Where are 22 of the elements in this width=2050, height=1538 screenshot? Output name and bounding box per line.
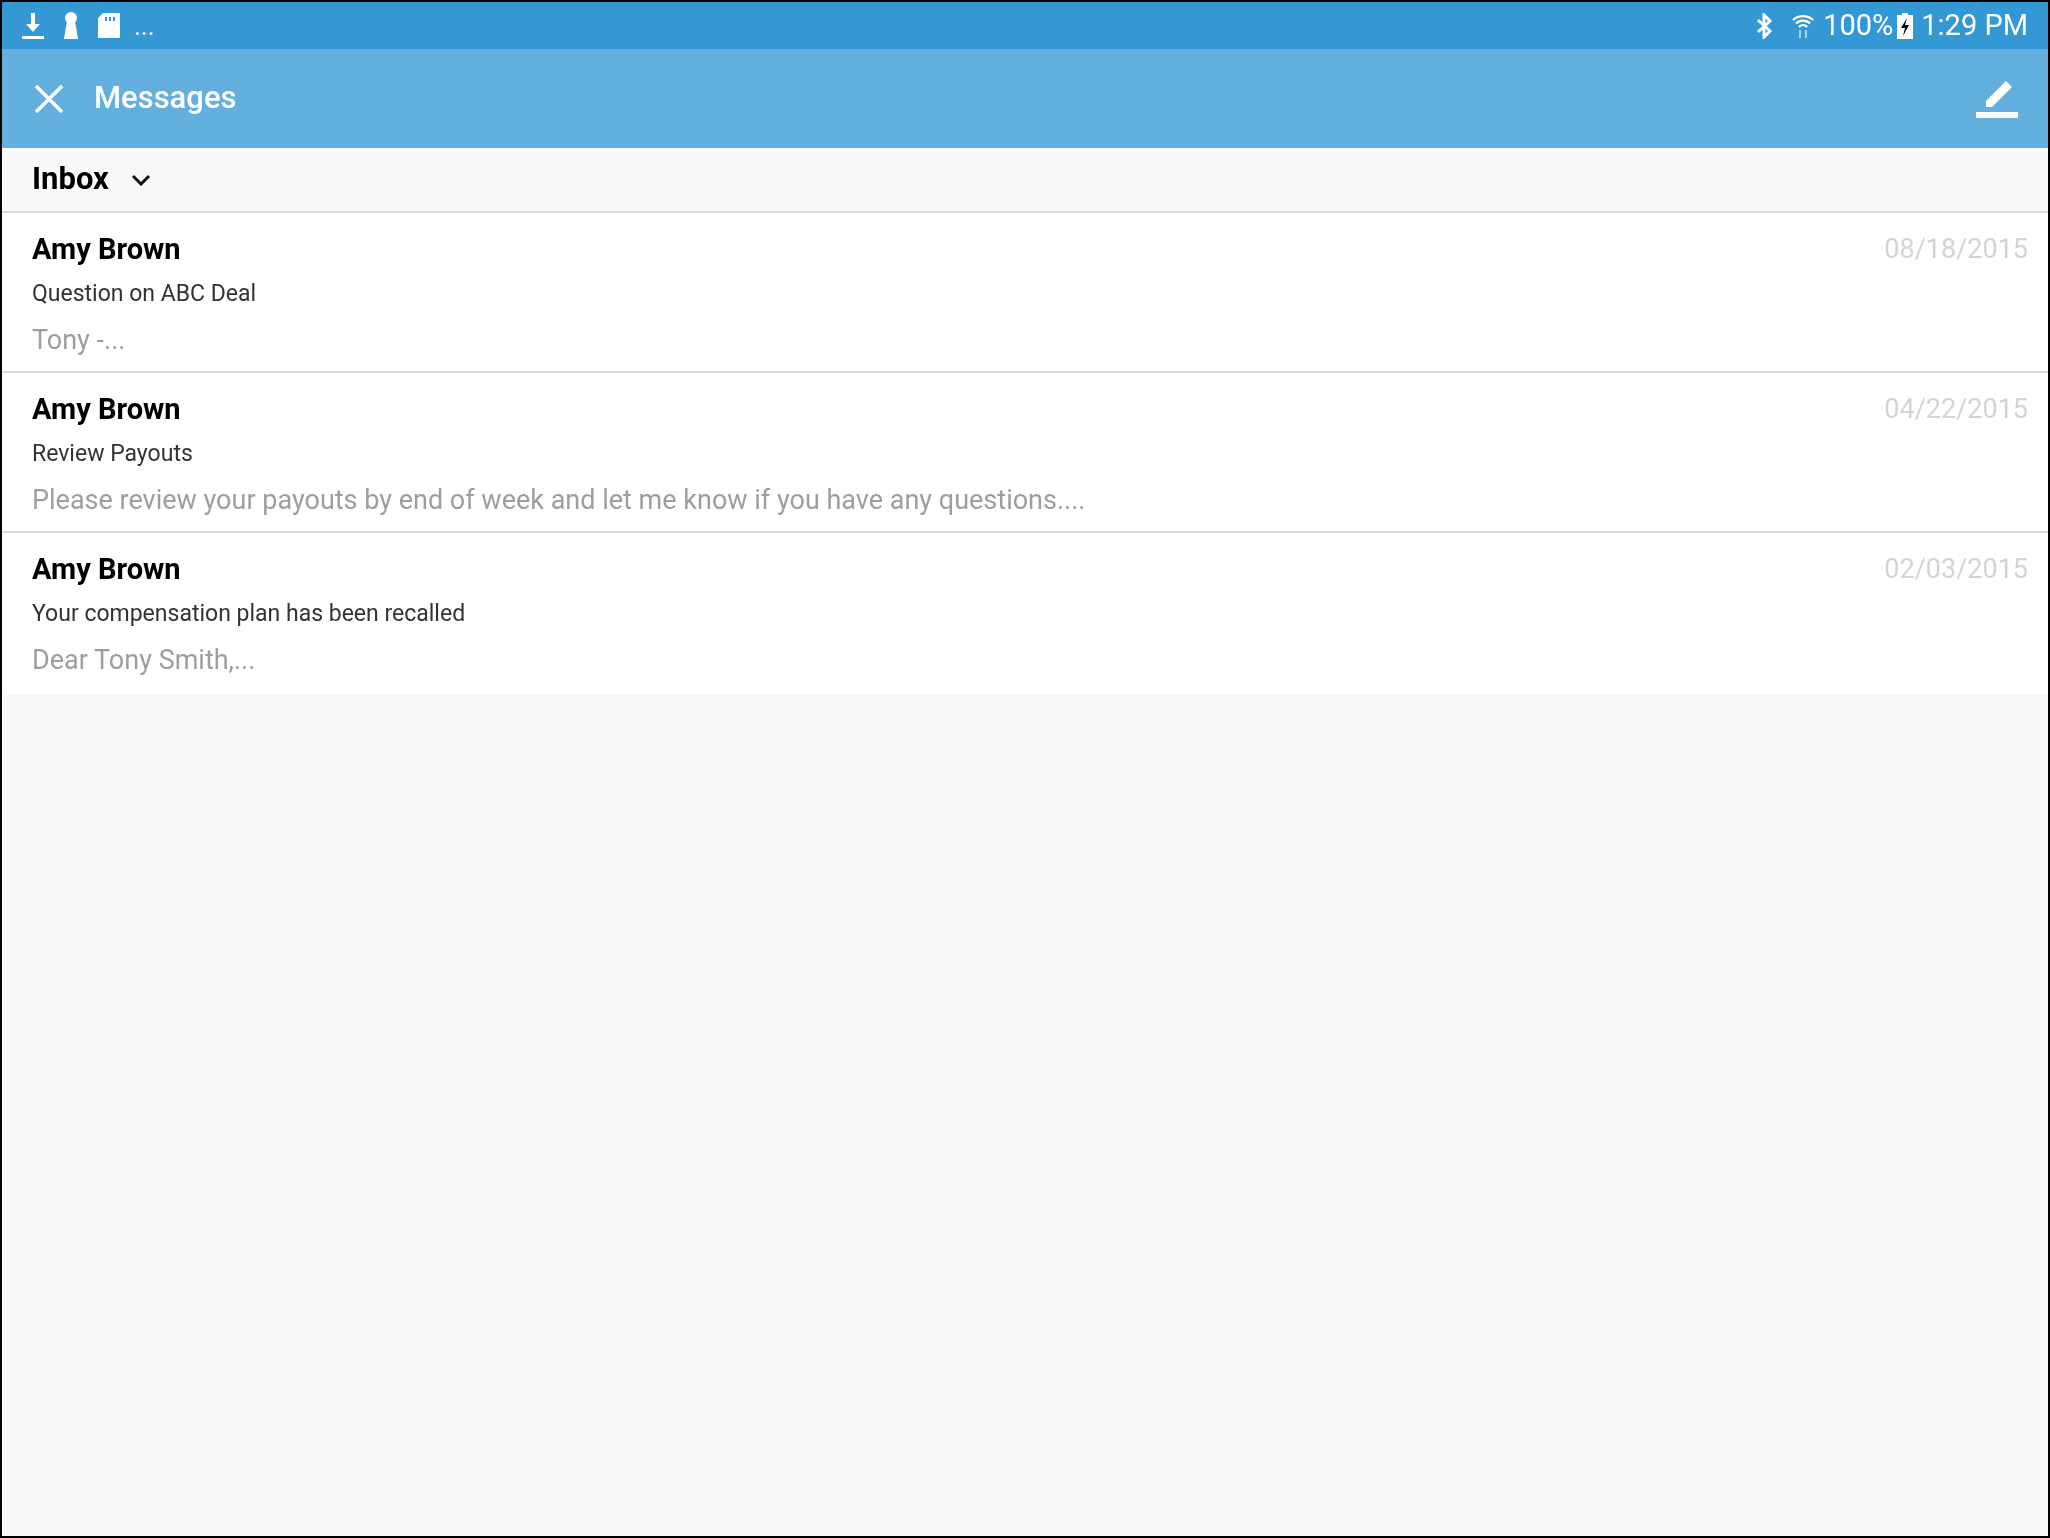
- sender-name: Amy Brown: [32, 391, 181, 427]
- message-subject: Review Payouts: [32, 439, 193, 469]
- clock-time: 1:29 PM: [1921, 11, 2028, 40]
- message-subject: Question on ABC Deal: [32, 279, 257, 309]
- bluetooth-icon: [1755, 12, 1774, 39]
- message-preview: Tony -...: [32, 323, 126, 357]
- more-notifications-text: ...: [134, 12, 155, 39]
- compose-button[interactable]: [1976, 78, 2018, 119]
- message-preview: Please review your payouts by end of week and let me know if you have any questions....: [32, 483, 1086, 517]
- battery-percent: 100%: [1823, 11, 1894, 40]
- message-subject: Your compensation plan has been recalled: [32, 599, 466, 629]
- chevron-down-icon: [130, 173, 151, 186]
- message-preview: Dear Tony Smith,...: [32, 643, 256, 677]
- download-icon: [22, 12, 44, 39]
- sd-card-icon: [98, 13, 120, 38]
- keyhole-icon: [62, 12, 80, 39]
- header-title: Messages: [94, 78, 237, 119]
- battery-charging-icon: [1897, 12, 1914, 39]
- wifi-icon: [1791, 12, 1816, 39]
- close-button[interactable]: [34, 83, 64, 114]
- sender-name: Amy Brown: [32, 551, 181, 587]
- sender-name: Amy Brown: [32, 231, 181, 267]
